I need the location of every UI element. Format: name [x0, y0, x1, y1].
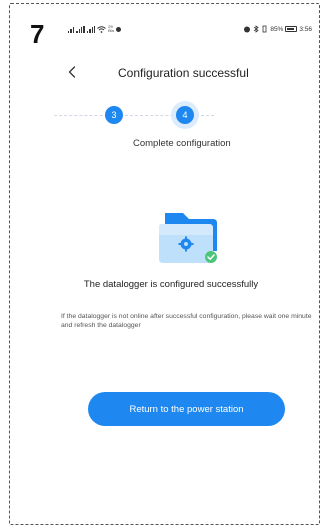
network-speed: 29 B/s: [108, 25, 114, 33]
status-bar: 29 B/s 85% 3:56: [68, 23, 312, 35]
step-4-indicator: 4: [176, 106, 194, 124]
progress-stepper: 3 4 Complete configuration: [50, 100, 320, 150]
offline-hint: If the datalogger is not online after su…: [61, 313, 312, 329]
header: Configuration successful: [60, 60, 310, 84]
step-number: 7: [30, 19, 45, 49]
alarm-icon: [244, 26, 251, 33]
status-bar-right: 85% 3:56: [243, 25, 312, 33]
signal-icon-3: [86, 25, 96, 33]
current-step-label: Complete configuration: [133, 138, 231, 149]
step-3-indicator: 3: [105, 106, 123, 124]
notification-dot-icon: [116, 26, 122, 32]
return-to-power-station-button[interactable]: Return to the power station: [88, 392, 285, 426]
clock-time: 3:56: [299, 25, 312, 33]
chevron-left-icon: [68, 66, 76, 78]
battery-icon: [285, 26, 298, 32]
wifi-icon: [97, 25, 107, 33]
battery-percent: 85%: [270, 25, 284, 33]
status-bar-left: 29 B/s: [68, 25, 122, 33]
signal-icon-2: [76, 25, 85, 33]
vibrate-icon: [262, 25, 267, 33]
network-speed-unit: B/s: [108, 28, 115, 33]
page-title: Configuration successful: [118, 66, 249, 80]
back-button[interactable]: [64, 62, 80, 82]
bluetooth-icon: [254, 25, 259, 33]
success-message: The datalogger is configured successfull…: [83, 279, 259, 290]
folder-settings-icon: [159, 213, 217, 263]
signal-icon: [68, 26, 75, 33]
return-button-label: Return to the power station: [129, 403, 244, 415]
